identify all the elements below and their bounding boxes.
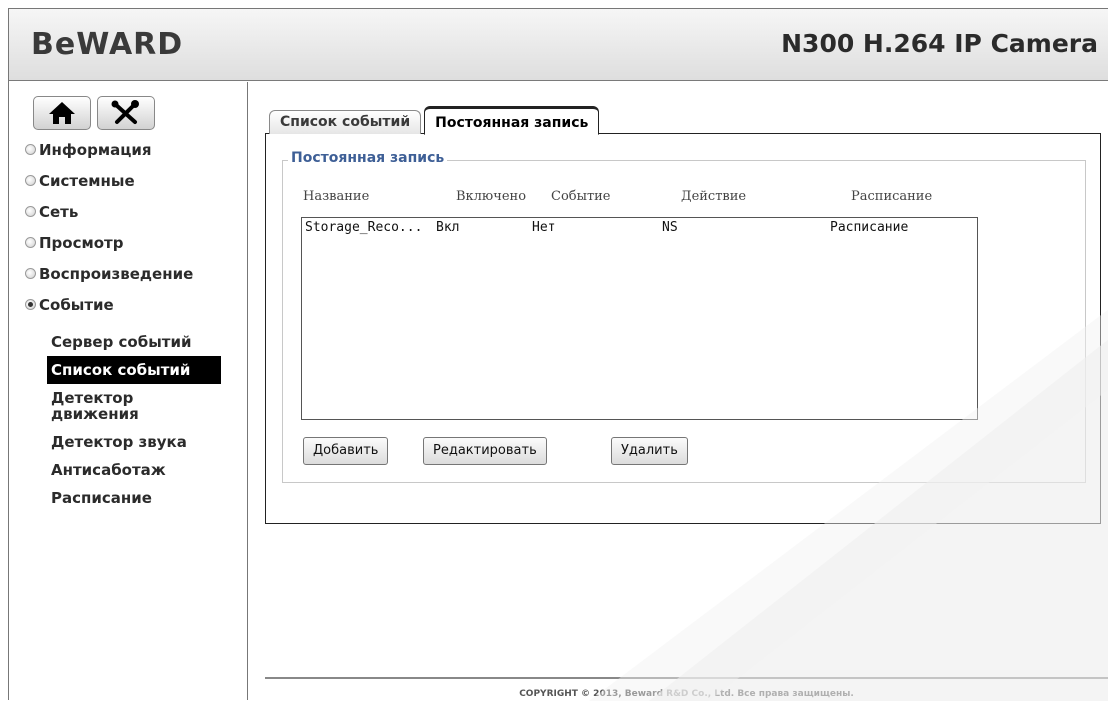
menu-item-label: Событие [39,295,114,314]
submenu-sound-detector[interactable]: Детектор звука [51,428,221,456]
footer-copyright: COPYRIGHT © 2013, Beward R&D Co., Ltd. В… [519,689,854,699]
column-header-name: Название [303,189,370,204]
tools-icon [111,100,139,124]
menu-item-label: Системные [39,171,135,190]
submenu-motion-detector[interactable]: Детектор движения [51,384,221,428]
product-title: N300 H.264 IP Camera [781,29,1098,58]
sidebar: Информация Системные Сеть Просмотр Воспр… [9,82,248,700]
recording-list[interactable]: Storage_Reco... Вкл Нет NS Расписание [301,217,978,420]
main-content: Список событий Постоянная запись Постоян… [249,82,1108,700]
cell-action: NS [662,220,678,235]
submenu-event-server[interactable]: Сервер событий [51,328,221,356]
menu-item-playback[interactable]: Воспроизведение [25,258,193,289]
continuous-recording-fieldset: Постоянная запись Название Включено Собы… [282,150,1086,483]
radio-selected-icon [25,299,36,310]
section-title: Постоянная запись [288,150,448,166]
delete-button[interactable]: Удалить [611,437,688,465]
radio-icon [25,175,36,186]
submenu-schedule[interactable]: Расписание [51,484,221,512]
menu-item-view[interactable]: Просмотр [25,227,193,258]
submenu-event-list[interactable]: Список событий [47,356,221,384]
header-bar: BeWARD N300 H.264 IP Camera [9,9,1108,81]
tab-event-list[interactable]: Список событий [269,110,422,134]
add-button[interactable]: Добавить [303,437,389,465]
event-submenu: Сервер событий Список событий Детектор д… [47,328,221,512]
home-icon [49,102,75,124]
radio-icon [25,206,36,217]
cell-event: Нет [532,220,556,235]
edit-button[interactable]: Редактировать [423,437,547,465]
brand-logo: BeWARD [31,27,184,62]
menu-item-label: Просмотр [39,233,124,252]
cell-name: Storage_Reco... [305,220,423,235]
menu-item-label: Информация [39,140,152,159]
column-header-enabled: Включено [456,189,527,204]
settings-button[interactable] [97,96,155,130]
menu-item-label: Сеть [39,202,79,221]
radio-icon [25,237,36,248]
cell-schedule: Расписание [830,220,909,235]
submenu-anti-sabotage[interactable]: Антисаботаж [51,456,221,484]
column-header-action: Действие [681,189,747,204]
cell-enabled: Вкл [436,220,460,235]
radio-icon [25,144,36,155]
radio-icon [25,268,36,279]
list-item[interactable]: Storage_Reco... Вкл Нет NS Расписание [302,218,977,236]
main-menu: Информация Системные Сеть Просмотр Воспр… [25,134,193,320]
footer-divider [265,677,1108,679]
menu-item-info[interactable]: Информация [25,134,193,165]
app-frame: BeWARD N300 H.264 IP Camera Информация С… [8,8,1108,701]
menu-item-label: Воспроизведение [39,264,194,283]
menu-item-network[interactable]: Сеть [25,196,193,227]
sidebar-icon-buttons [33,96,155,130]
column-header-schedule: Расписание [851,189,933,204]
menu-item-system[interactable]: Системные [25,165,193,196]
tab-continuous-recording[interactable]: Постоянная запись [424,106,600,135]
column-header-event: Событие [551,189,611,204]
home-button[interactable] [33,96,91,130]
menu-item-event[interactable]: Событие [25,289,193,320]
tab-panel: Постоянная запись Название Включено Собы… [265,133,1101,524]
tab-bar: Список событий Постоянная запись [269,105,602,135]
